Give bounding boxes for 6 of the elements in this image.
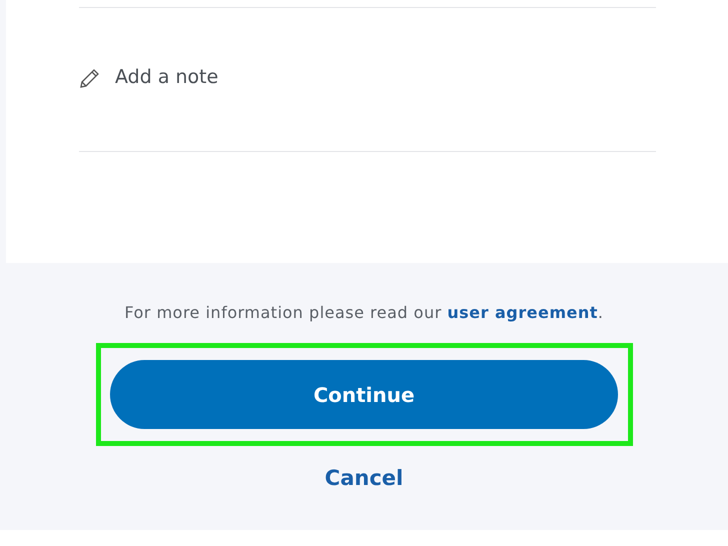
agreement-sentence: For more information please read our user agreement.: [124, 302, 604, 324]
user-agreement-link[interactable]: user agreement: [447, 303, 598, 322]
add-note-link[interactable]: Add a note: [115, 63, 218, 92]
cancel-link[interactable]: Cancel: [324, 463, 404, 494]
pencil-icon: [79, 66, 101, 88]
continue-button[interactable]: Continue: [110, 360, 618, 429]
